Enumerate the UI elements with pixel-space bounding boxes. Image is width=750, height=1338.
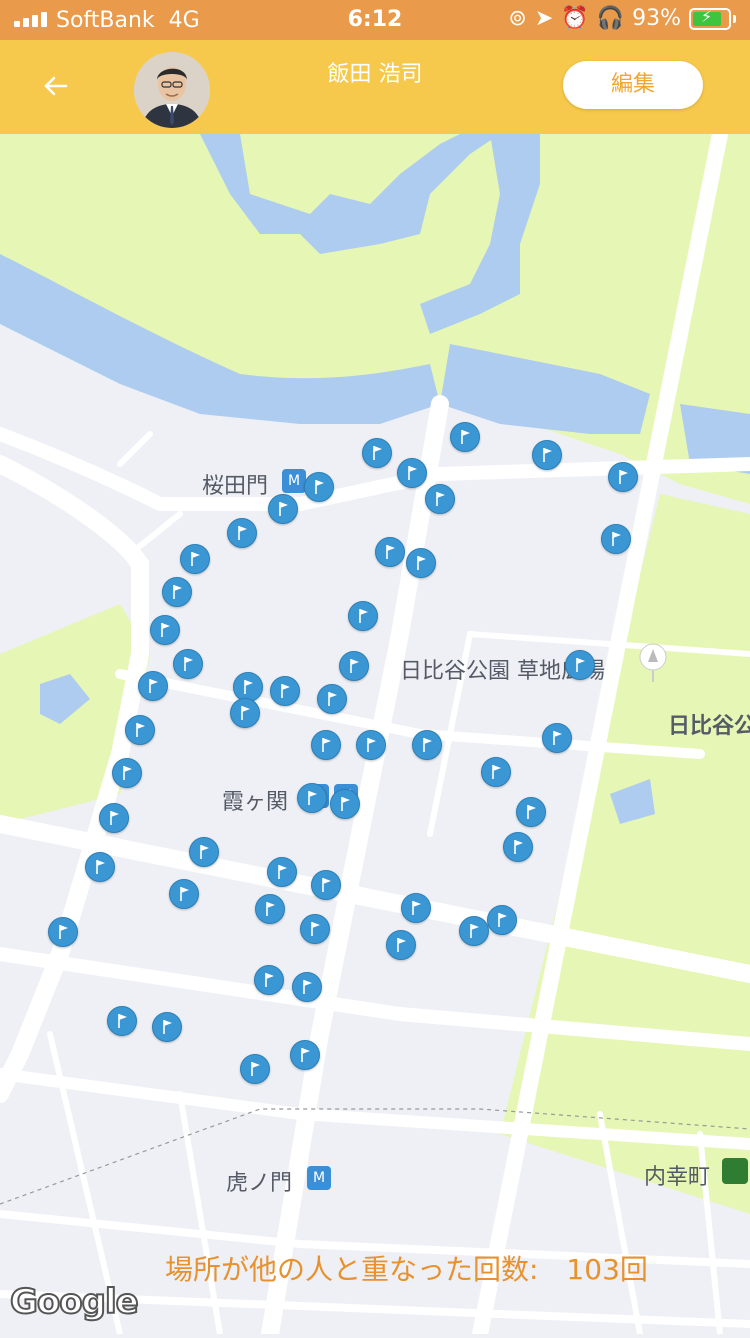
location-pin-icon[interactable] [169,879,199,909]
location-pin-icon[interactable] [406,548,436,578]
location-pin-icon[interactable] [270,676,300,706]
location-pin-icon[interactable] [356,730,386,760]
rotation-lock-icon: ⊚ [508,6,527,31]
location-pin-icon[interactable] [290,1040,320,1070]
location-pin-icon[interactable] [542,723,572,753]
location-pin-icon[interactable] [240,1054,270,1084]
location-pin-icon[interactable] [311,730,341,760]
location-pin-icon[interactable] [48,917,78,947]
location-pin-icon[interactable] [397,458,427,488]
label-uchisaiwaicho: 内幸町 [644,1165,711,1190]
location-pin-icon[interactable] [189,837,219,867]
location-pin-icon[interactable] [311,870,341,900]
alarm-icon: ⏰ [561,6,589,31]
location-pin-icon[interactable] [481,757,511,787]
google-logo: Google [9,1281,140,1323]
location-pin-icon[interactable] [107,1006,137,1036]
location-pin-icon[interactable] [317,684,347,714]
battery-percent: 93% [632,6,681,31]
location-pin-icon[interactable] [254,965,284,995]
location-pin-icon[interactable] [487,905,517,935]
location-pin-icon[interactable] [330,789,360,819]
location-pin-icon[interactable] [255,894,285,924]
location-pin-icon[interactable] [227,518,257,548]
location-pin-icon[interactable] [267,857,297,887]
location-pin-icon[interactable] [180,544,210,574]
location-pin-icon[interactable] [608,462,638,492]
label-sakuradamon: 桜田門 [202,474,269,499]
location-pin-icon[interactable] [401,893,431,923]
location-pin-icon[interactable] [412,730,442,760]
location-pin-icon[interactable] [173,649,203,679]
location-pin-icon[interactable] [230,698,260,728]
location-pin-icon[interactable] [150,615,180,645]
location-pin-icon[interactable] [516,797,546,827]
location-pin-icon[interactable] [386,930,416,960]
status-bar: SoftBank 4G 6:12 ⊚ ➤ ⏰ 🎧 93% ⚡ [0,0,750,40]
map-view[interactable]: 桜田門 M 日比谷公園 草地広場 日比谷公 霞ヶ関 M M 虎ノ門 M 内幸町 … [0,126,750,1338]
headphones-icon: 🎧 [596,6,625,31]
edit-button[interactable]: 編集 [563,61,703,109]
label-toranomon: 虎ノ門 [226,1171,293,1196]
battery-icon: ⚡ [689,7,731,30]
location-pin-icon[interactable] [450,422,480,452]
location-pin-icon[interactable] [85,852,115,882]
transit-icon [722,1158,748,1184]
location-pin-icon[interactable] [375,537,405,567]
park-marker-icon [639,643,667,682]
location-pin-icon[interactable] [565,650,595,680]
location-pin-icon[interactable] [348,601,378,631]
label-hibiya: 日比谷公 [668,714,750,739]
location-arrow-icon: ➤ [534,6,554,31]
location-pin-icon[interactable] [125,715,155,745]
metro-station-icon: M [282,469,306,493]
location-pin-icon[interactable] [112,758,142,788]
location-pin-icon[interactable] [425,484,455,514]
label-kasumigaseki: 霞ヶ関 [222,790,289,815]
location-pin-icon[interactable] [292,972,322,1002]
location-pin-icon[interactable] [304,472,334,502]
location-pin-icon[interactable] [339,651,369,681]
location-pin-icon[interactable] [99,803,129,833]
location-pin-icon[interactable] [268,494,298,524]
overlap-count-text: 場所が他の人と重なった回数: 103回 [165,1253,648,1286]
location-pin-icon[interactable] [532,440,562,470]
profile-header: 飯田 浩司 編集 [0,40,750,134]
location-pin-icon[interactable] [503,832,533,862]
location-pin-icon[interactable] [138,671,168,701]
location-pin-icon[interactable] [601,524,631,554]
location-pin-icon[interactable] [362,438,392,468]
location-pin-icon[interactable] [162,577,192,607]
metro-station-icon: M [307,1166,331,1190]
location-pin-icon[interactable] [152,1012,182,1042]
location-pin-icon[interactable] [459,916,489,946]
location-pin-icon[interactable] [300,914,330,944]
location-pin-icon[interactable] [297,783,327,813]
